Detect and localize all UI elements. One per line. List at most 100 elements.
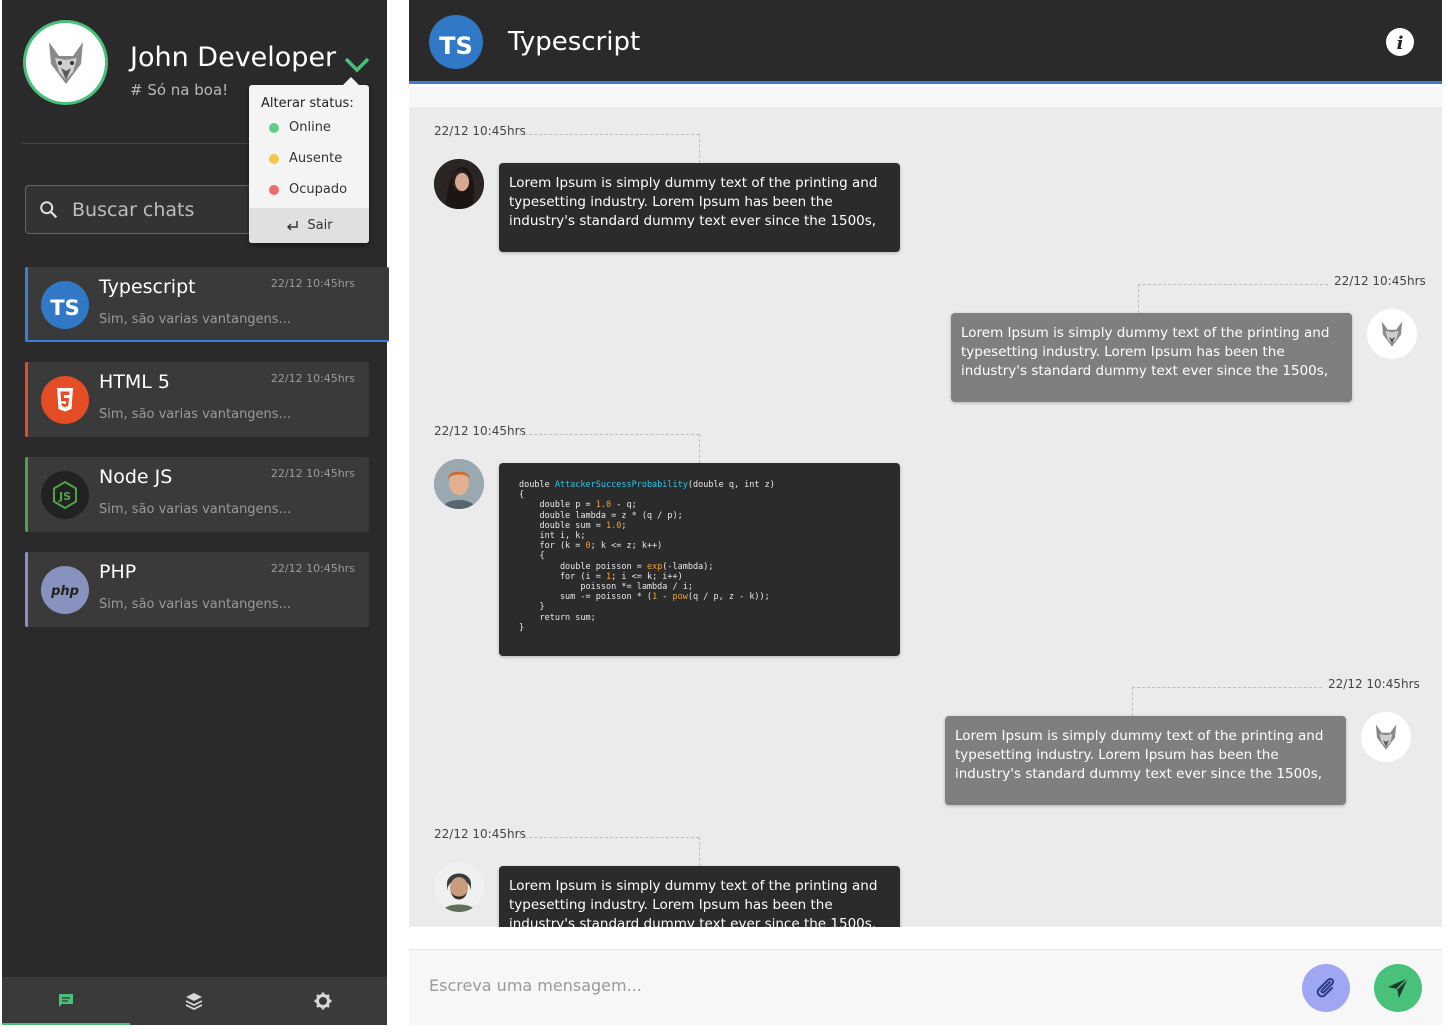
connector-line <box>1138 284 1328 285</box>
message-bubble: Lorem Ipsum is simply dummy text of the … <box>951 313 1352 402</box>
chat-icon <box>59 994 74 1007</box>
connector-line <box>699 134 700 163</box>
code-line: for (k = 0; k <= z; k++) <box>519 541 663 552</box>
avatar[interactable] <box>1367 309 1417 359</box>
status-option-label: Ocupado <box>289 182 348 197</box>
chat-time: 22/12 10:45hrs <box>270 467 355 480</box>
chat-time: 22/12 10:45hrs <box>270 277 355 290</box>
chat-name: Typescript <box>99 276 196 298</box>
svg-text:i: i <box>1397 33 1404 54</box>
message-time: 22/12 10:45hrs <box>434 124 526 138</box>
return-arrow-icon <box>287 220 299 230</box>
typescript-icon: TS <box>429 15 483 69</box>
nodejs-icon: JS <box>41 471 89 519</box>
profile-name: John Developer <box>130 42 337 73</box>
chat-preview: Sim, são varias vantangens... <box>99 502 291 517</box>
chat-item-php[interactable]: php PHP Sim, são varias vantangens... 22… <box>25 552 369 627</box>
message-bubble: Lorem Ipsum is simply dummy text of the … <box>499 163 900 252</box>
busy-dot-icon <box>269 184 279 195</box>
code-line: { <box>519 551 545 562</box>
message-time: 22/12 10:45hrs <box>434 424 526 438</box>
chat-preview: Sim, são varias vantangens... <box>99 407 291 422</box>
message-input[interactable] <box>429 976 1289 995</box>
code-line: double lambda = z * (q / p); <box>519 510 683 521</box>
status-option-away[interactable]: Ausente <box>269 151 342 166</box>
nav-chats-button[interactable] <box>2 977 131 1025</box>
connector-line <box>519 134 699 135</box>
profile-status: # Só na boa! <box>130 81 229 99</box>
code-line: poisson *= lambda / i; <box>519 582 693 593</box>
chat-time: 22/12 10:45hrs <box>270 372 355 385</box>
code-line: } <box>519 622 525 633</box>
chat-name: PHP <box>99 561 137 583</box>
message-bubble: Lorem Ipsum is simply dummy text of the … <box>499 866 900 927</box>
nav-layers-button[interactable] <box>130 977 258 1025</box>
header-spacer <box>409 87 1442 107</box>
wolf-avatar-icon <box>1381 321 1403 347</box>
connector-line <box>519 837 699 838</box>
php-icon: php <box>41 566 89 614</box>
code-line: return sum; <box>519 612 596 623</box>
chat-preview: Sim, são varias vantangens... <box>99 312 291 327</box>
avatar[interactable] <box>1361 712 1411 762</box>
chat-item-nodejs[interactable]: JS Node JS Sim, são varias vantangens...… <box>25 457 369 532</box>
avatar[interactable] <box>434 459 484 509</box>
message-time: 22/12 10:45hrs <box>434 827 526 841</box>
avatar[interactable] <box>434 159 484 209</box>
connector-line <box>699 434 700 463</box>
message-list[interactable]: 22/12 10:45hrs Lorem Ipsum is simply dum… <box>409 107 1442 927</box>
connector-line <box>1132 687 1322 688</box>
code-line: int i, k; <box>519 531 586 542</box>
html5-icon <box>41 376 89 424</box>
online-dot-icon <box>269 122 279 133</box>
nav-settings-button[interactable] <box>259 977 387 1025</box>
status-menu-title: Alterar status: <box>261 96 354 111</box>
search-input[interactable] <box>72 198 242 221</box>
profile-avatar[interactable] <box>23 20 108 105</box>
chat-item-typescript[interactable]: TS Typescript Sim, são varias vantangens… <box>25 267 389 342</box>
chat-preview: Sim, são varias vantangens... <box>99 597 291 612</box>
wolf-avatar-icon <box>1375 724 1397 750</box>
avatar[interactable] <box>434 862 484 912</box>
connector-line <box>519 434 699 435</box>
attach-button[interactable] <box>1302 964 1350 1012</box>
status-option-label: Ausente <box>289 151 343 166</box>
svg-text:JS: JS <box>58 490 71 503</box>
code-line: } <box>519 602 545 613</box>
chat-panel: TS Typescript i 22/12 10:45hrs Lorem Ips… <box>409 0 1442 1025</box>
chat-header: TS Typescript i <box>409 0 1442 84</box>
gear-icon <box>314 992 332 1010</box>
status-option-busy[interactable]: Ocupado <box>269 182 347 197</box>
send-button[interactable] <box>1374 964 1422 1012</box>
code-line: for (i = 1; i <= k; i++) <box>519 571 683 582</box>
bottom-nav <box>2 977 387 1025</box>
code-line: sum -= poisson * (1 - pow(q / p, z - k))… <box>519 592 770 603</box>
connector-line <box>1138 284 1139 313</box>
logout-label: Sair <box>307 218 333 233</box>
info-icon: i <box>1397 33 1404 54</box>
code-line: double AttackerSuccessProbability(double… <box>519 480 775 490</box>
status-option-label: Online <box>289 120 331 135</box>
message-time: 22/12 10:45hrs <box>1328 677 1420 691</box>
chat-title: Typescript <box>508 27 641 57</box>
message-composer <box>409 949 1442 1025</box>
code-line: double p = 1.0 - q; <box>519 500 637 511</box>
connector-line <box>699 837 700 866</box>
chevron-down-icon[interactable] <box>342 52 372 76</box>
away-dot-icon <box>269 153 279 164</box>
svg-text:TS: TS <box>439 32 473 60</box>
svg-text:php: php <box>50 584 79 599</box>
sidebar: John Developer # Só na boa! Alterar stat… <box>2 0 389 1025</box>
search-icon <box>40 200 58 218</box>
layers-icon <box>186 993 203 1011</box>
typescript-icon: TS <box>41 281 89 329</box>
search-box[interactable] <box>25 185 260 234</box>
logout-button[interactable]: Sair <box>249 208 369 243</box>
status-option-online[interactable]: Online <box>269 120 331 135</box>
chat-item-html5[interactable]: HTML 5 Sim, são varias vantangens... 22/… <box>25 362 369 437</box>
message-time: 22/12 10:45hrs <box>1334 274 1426 288</box>
svg-text:TS: TS <box>50 296 79 320</box>
chat-name: Node JS <box>99 466 173 488</box>
chat-time: 22/12 10:45hrs <box>270 562 355 575</box>
info-button[interactable]: i <box>1386 28 1414 56</box>
